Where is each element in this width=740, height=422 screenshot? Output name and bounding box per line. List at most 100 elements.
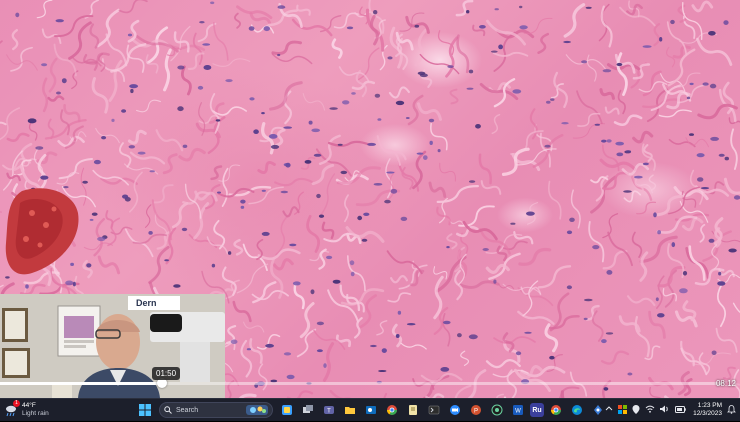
cell-nucleus (709, 239, 715, 243)
collagen-fiber (297, 6, 310, 15)
cell-nucleus (438, 149, 441, 152)
cell-nucleus (97, 237, 105, 241)
current-time-tooltip: 01:50 (152, 367, 180, 380)
collagen-fiber (173, 204, 187, 227)
collagen-fiber (604, 251, 627, 268)
cell-nucleus (581, 60, 587, 63)
collagen-fiber (91, 25, 99, 48)
cell-nucleus (35, 146, 43, 149)
widgets-icon[interactable] (278, 401, 296, 419)
system-clock[interactable]: 1:23 PM 12/3/2023 (693, 402, 722, 418)
cell-nucleus (333, 280, 341, 284)
cell-nucleus (607, 139, 612, 142)
taskbar-search-box[interactable]: Search (159, 402, 273, 418)
collagen-fiber (539, 266, 570, 287)
cell-nucleus (616, 153, 623, 157)
collagen-fiber (554, 73, 567, 107)
collagen-fiber (219, 165, 240, 181)
cell-nucleus (287, 375, 295, 379)
app-icon[interactable] (488, 401, 506, 419)
file-explorer-icon[interactable] (341, 401, 359, 419)
cell-nucleus (615, 142, 624, 146)
battery-icon[interactable] (675, 406, 686, 415)
collagen-fiber (337, 336, 350, 346)
cell-nucleus (262, 190, 266, 192)
collagen-fiber (655, 196, 682, 215)
collagen-fiber (252, 25, 274, 33)
collagen-fiber (480, 155, 491, 183)
chrome-alt-icon[interactable] (547, 401, 565, 419)
cell-nucleus (712, 351, 717, 356)
cell-nucleus (623, 190, 632, 192)
cell-nucleus (382, 348, 387, 353)
cell-nucleus (469, 334, 478, 339)
cell-nucleus (689, 133, 694, 136)
wifi-icon[interactable] (645, 405, 655, 415)
cell-nucleus (241, 206, 245, 209)
task-view-icon[interactable] (299, 401, 317, 419)
weather-widget[interactable]: 1 44°F Light rain (4, 401, 49, 419)
cell-nucleus (25, 284, 29, 288)
video-progress-bar[interactable] (0, 381, 722, 385)
cell-nucleus (281, 191, 288, 193)
cell-nucleus (362, 239, 368, 242)
start-icon[interactable] (136, 401, 154, 419)
cell-nucleus (231, 340, 238, 345)
collagen-fiber (440, 163, 456, 181)
collagen-fiber (275, 179, 312, 185)
collagen-fiber (637, 202, 656, 213)
collagen-fiber (345, 195, 348, 221)
collagen-fiber (8, 134, 28, 141)
powerpoint-icon[interactable]: P (467, 401, 485, 419)
zoom-icon[interactable] (446, 401, 464, 419)
cell-nucleus (717, 281, 725, 286)
cell-nucleus (498, 45, 503, 50)
collagen-fiber (615, 116, 641, 125)
security-icon[interactable] (618, 405, 627, 416)
outlook-icon[interactable] (362, 401, 380, 419)
collagen-fiber (244, 322, 264, 332)
collagen-fiber (150, 247, 169, 282)
chevron-up-icon[interactable] (605, 405, 613, 415)
notes-icon[interactable] (404, 401, 422, 419)
collagen-fiber (443, 314, 450, 346)
terminal-icon[interactable] (425, 401, 443, 419)
collagen-fiber (60, 159, 92, 178)
teams-icon[interactable]: T (320, 401, 338, 419)
collagen-fiber (323, 223, 333, 238)
cell-nucleus (264, 26, 270, 31)
edge-icon[interactable] (568, 401, 586, 419)
collagen-fiber (636, 317, 649, 356)
cell-nucleus (466, 10, 469, 13)
cell-nucleus (5, 276, 10, 278)
collagen-fiber (130, 172, 142, 211)
volume-icon[interactable] (660, 405, 670, 415)
cell-nucleus (202, 43, 210, 45)
ru-icon[interactable]: Ru (530, 403, 544, 417)
collagen-fiber (55, 45, 76, 76)
notification-bell-icon[interactable] (727, 405, 736, 416)
cell-nucleus (122, 195, 128, 199)
cell-nucleus (672, 242, 676, 247)
collagen-fiber (295, 284, 304, 308)
collagen-fiber (388, 293, 410, 302)
cell-nucleus (719, 154, 725, 157)
cell-nucleus (446, 246, 449, 248)
collagen-fiber (628, 296, 654, 305)
cell-nucleus (216, 119, 221, 121)
location-icon[interactable] (632, 405, 640, 416)
chrome-icon[interactable] (383, 401, 401, 419)
cell-nucleus (656, 297, 659, 301)
collagen-fiber (572, 190, 581, 228)
word-icon[interactable]: W (509, 401, 527, 419)
collagen-fiber (549, 182, 561, 219)
cell-nucleus (725, 157, 729, 161)
collagen-fiber (274, 260, 292, 269)
cell-nucleus (683, 271, 687, 276)
cell-nucleus (319, 215, 324, 218)
cell-nucleus (469, 180, 475, 183)
collagen-fiber (633, 233, 642, 258)
video-player[interactable]: Dern 01:50 08:12 (0, 0, 740, 398)
collagen-fiber (449, 219, 464, 225)
cell-nucleus (240, 200, 245, 204)
